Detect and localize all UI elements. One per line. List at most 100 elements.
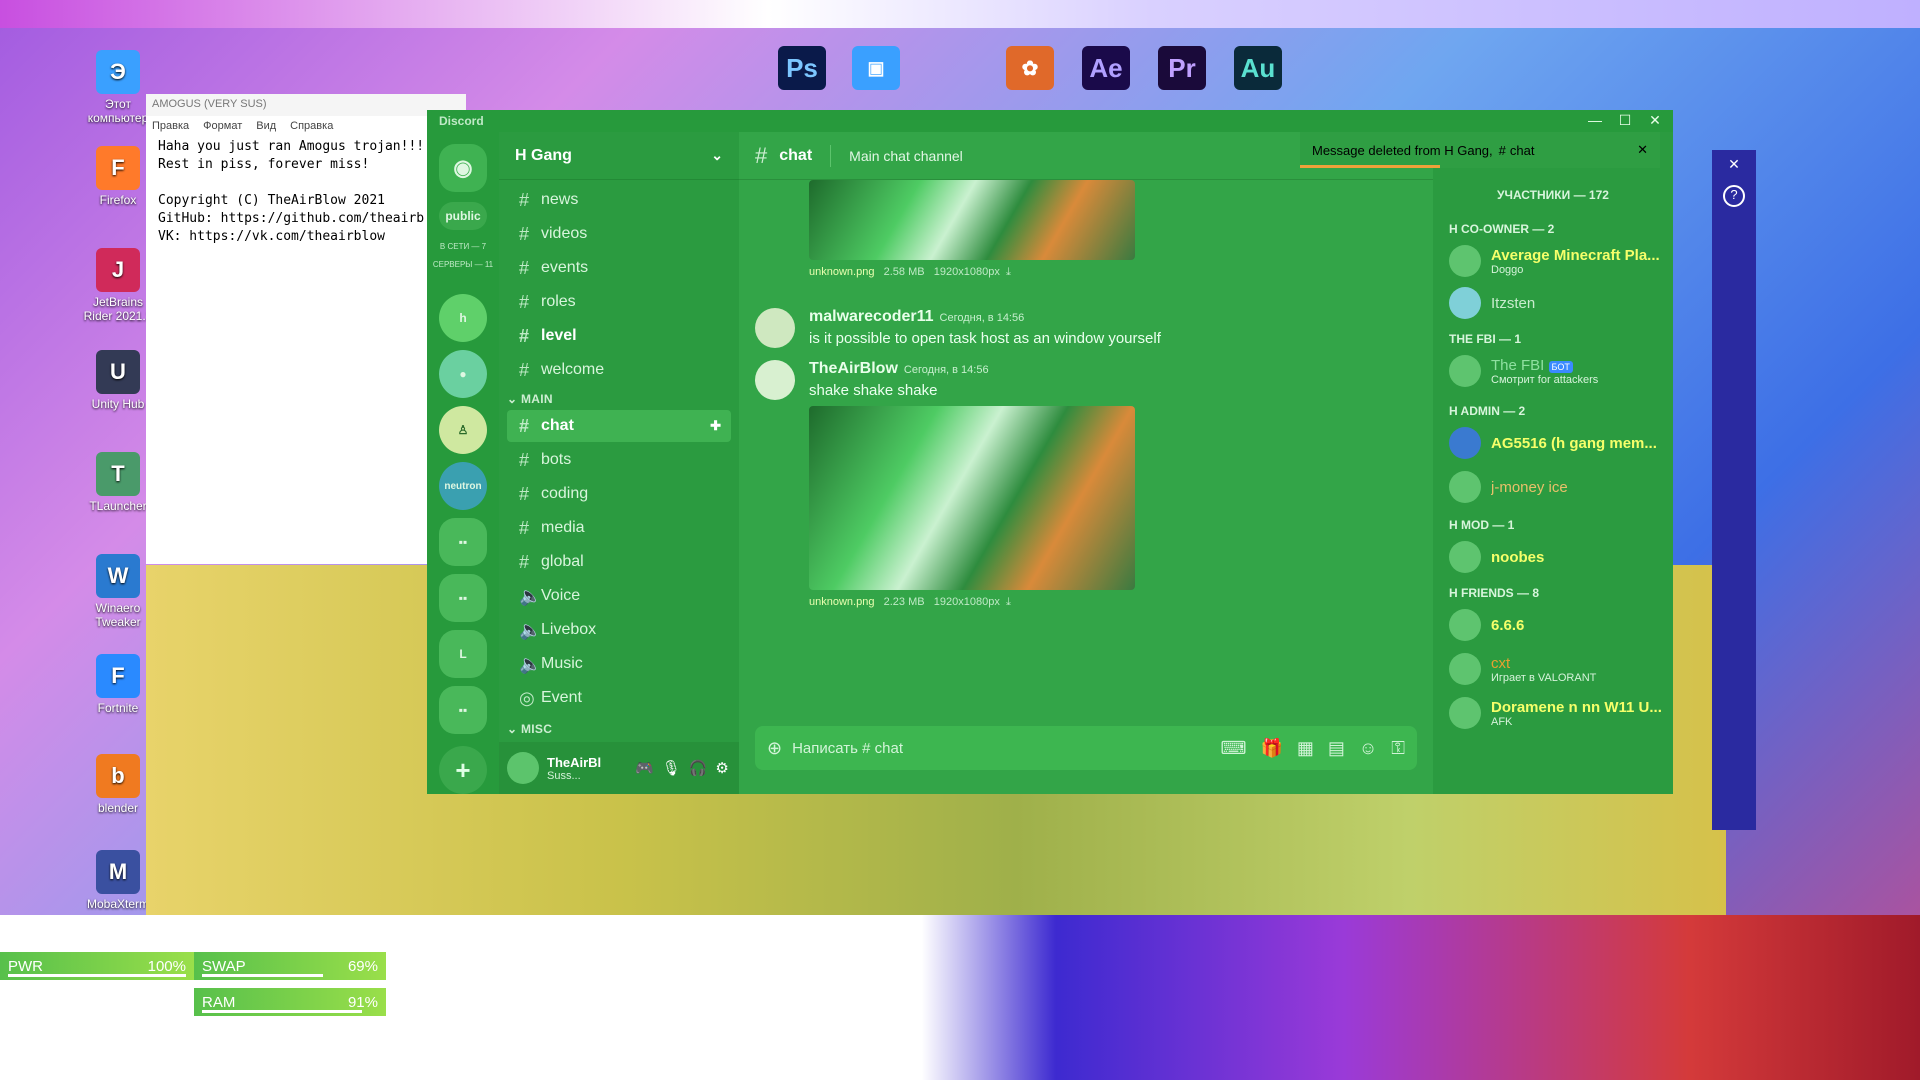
avatar[interactable] xyxy=(755,308,795,348)
channel-welcome[interactable]: # welcome xyxy=(507,354,731,386)
desktop-shortcut[interactable]: M MobaXterm xyxy=(80,850,156,911)
member-item[interactable]: AG5516 (h gang mem... xyxy=(1449,422,1665,464)
server-folder-icon[interactable]: ▪▪ xyxy=(439,686,487,734)
sticker-icon[interactable]: ▤ xyxy=(1328,738,1345,759)
channel-chat[interactable]: # chat ✚ xyxy=(507,410,731,442)
desktop-shortcut[interactable]: W Winaero Tweaker xyxy=(80,554,156,629)
desktop-shortcut[interactable]: b blender xyxy=(80,754,156,815)
member-item[interactable]: cxt Играет в VALORANT xyxy=(1449,648,1665,690)
gift-icon[interactable]: 🎁 xyxy=(1260,738,1282,759)
member-item[interactable]: j-money ice xyxy=(1449,466,1665,508)
channel-videos[interactable]: # videos xyxy=(507,218,731,250)
desktop-shortcut[interactable]: F Fortnite xyxy=(80,654,156,715)
toast-progress xyxy=(1300,165,1440,168)
channel-media[interactable]: # media xyxy=(507,512,731,544)
category-main[interactable]: ⌄ MAIN xyxy=(507,392,553,406)
image-attachment[interactable] xyxy=(809,180,1135,260)
desktop-shortcut[interactable]: U Unity Hub xyxy=(80,350,156,411)
remote-desktop-icon[interactable]: ▣ xyxy=(852,46,900,90)
avatar[interactable] xyxy=(507,752,539,784)
channel-level[interactable]: # level xyxy=(507,320,731,352)
notepad-text[interactable]: Haha you just ran Amogus trojan!!! Rest … xyxy=(146,136,466,248)
channel-news[interactable]: # news xyxy=(507,184,731,216)
fl-studio-icon[interactable]: ✿ xyxy=(1006,46,1054,90)
public-badge[interactable]: public xyxy=(439,202,487,230)
headphones-icon[interactable]: 🎧 xyxy=(689,759,708,777)
guild-header[interactable]: H Gang ⌄ xyxy=(499,132,739,180)
guild-name: H Gang xyxy=(515,146,572,164)
member-item[interactable]: Itzsten xyxy=(1449,282,1665,324)
discord-home-icon[interactable]: ◉ xyxy=(439,144,487,192)
member-item[interactable]: The FBI БОТ Смотрит for attackers xyxy=(1449,350,1665,392)
member-item[interactable]: noobes xyxy=(1449,536,1665,578)
channel-roles[interactable]: # roles xyxy=(507,286,731,318)
voice-channel-music[interactable]: 🔈 Music xyxy=(507,648,731,680)
server-folder-icon[interactable]: L xyxy=(439,630,487,678)
channel-events[interactable]: # events xyxy=(507,252,731,284)
stage-channel-event[interactable]: ◎ Event xyxy=(507,682,731,714)
message-composer[interactable]: ⊕ Написать # chat ⌨ 🎁 ▦ ▤ ☺ ⚿ xyxy=(755,726,1417,770)
member-item[interactable]: Doramene n nn W11 U... AFK xyxy=(1449,692,1665,734)
server-folder-icon[interactable]: ▪▪ xyxy=(439,518,487,566)
close-icon[interactable]: ✕ xyxy=(1641,112,1669,129)
close-icon[interactable]: ✕ xyxy=(1637,142,1648,158)
channel-bots[interactable]: # bots xyxy=(507,444,731,476)
role-header: H FRIENDS — 8 xyxy=(1449,586,1540,600)
channel-coding[interactable]: # coding xyxy=(507,478,731,510)
keyboard-icon[interactable]: ⌨ xyxy=(1220,738,1246,759)
message-author[interactable]: malwarecoder11 Сегодня, в 14:56 xyxy=(809,308,1024,326)
member-item[interactable]: Average Minecraft Pla... Doggo xyxy=(1449,240,1665,282)
audition-icon[interactable]: Au xyxy=(1234,46,1282,90)
key-icon[interactable]: ⚿ xyxy=(1391,738,1405,759)
chat-area: # chat Main chat channel # ✕ unknown.png… xyxy=(739,132,1433,794)
menu-format[interactable]: Формат xyxy=(203,120,242,132)
maximize-icon[interactable]: ☐ xyxy=(1611,112,1639,129)
after-effects-icon[interactable]: Ae xyxy=(1082,46,1130,90)
hash-icon: # xyxy=(519,483,530,504)
server-icon[interactable]: h xyxy=(439,294,487,342)
download-icon[interactable]: ⤓ xyxy=(1006,596,1011,608)
notification-toast[interactable]: Message deleted from H Gang, # chat ✕ xyxy=(1300,132,1660,168)
server-neutron[interactable]: neutron xyxy=(439,462,487,510)
mute-icon[interactable]: 🎙 xyxy=(662,759,681,777)
emoji-icon[interactable]: ☺ xyxy=(1359,738,1377,759)
avatar[interactable] xyxy=(755,360,795,400)
photoshop-icon[interactable]: Ps xyxy=(778,46,826,90)
desktop-shortcut[interactable]: F Firefox xyxy=(80,146,156,207)
ram-gauge-fill xyxy=(202,1010,362,1013)
side-window: ✕ ? xyxy=(1712,150,1756,830)
premiere-icon[interactable]: Pr xyxy=(1158,46,1206,90)
menu-help[interactable]: Справка xyxy=(290,120,333,132)
add-server-icon[interactable]: + xyxy=(439,746,487,794)
desktop-shortcut[interactable]: Э Этот компьютер xyxy=(80,50,156,125)
server-icon[interactable]: ♙ xyxy=(439,406,487,454)
menu-edit[interactable]: Правка xyxy=(152,120,189,132)
hash-icon: # xyxy=(755,142,768,168)
server-folder-icon[interactable]: ▪▪ xyxy=(439,574,487,622)
chevron-down-icon[interactable]: ⌄ xyxy=(711,147,723,164)
desktop-shortcut[interactable]: T TLauncher xyxy=(80,452,156,513)
minimize-icon[interactable]: — xyxy=(1581,112,1609,128)
voice-channel-livebox[interactable]: 🔈 Livebox xyxy=(507,614,731,646)
download-icon[interactable]: ⤓ xyxy=(1006,266,1011,278)
message-author[interactable]: TheAirBlow Сегодня, в 14:56 xyxy=(809,360,989,378)
gear-icon[interactable]: ⚙ xyxy=(715,759,728,777)
help-icon[interactable]: ? xyxy=(1723,185,1745,207)
voice-channel-voice[interactable]: 🔈 Voice xyxy=(507,580,731,612)
upload-icon[interactable]: ⊕ xyxy=(767,738,782,759)
gif-icon[interactable]: ▦ xyxy=(1297,738,1314,759)
member-item[interactable]: 6.6.6 xyxy=(1449,604,1665,646)
channel-global[interactable]: # global xyxy=(507,546,731,578)
menu-view[interactable]: Вид xyxy=(256,120,276,132)
desktop-shortcut-label: Winaero Tweaker xyxy=(95,601,141,629)
server-icon[interactable]: ● xyxy=(439,350,487,398)
notepad-window[interactable]: AMOGUS (VERY SUS) Правка Формат Вид Спра… xyxy=(146,94,466,564)
add-member-icon[interactable]: ✚ xyxy=(710,418,721,434)
gamepad-icon[interactable]: 🎮 xyxy=(635,759,654,777)
image-attachment[interactable] xyxy=(809,406,1135,590)
toast-text: Message deleted from H Gang, xyxy=(1312,142,1493,158)
category-misc[interactable]: ⌄ MISC xyxy=(507,722,552,736)
close-icon[interactable]: ✕ xyxy=(1712,156,1756,173)
desktop-shortcut[interactable]: J JetBrains Rider 2021.1 xyxy=(80,248,156,323)
discord-window[interactable]: Discord — ☐ ✕ ◉ public В СЕТИ — 7 СЕРВЕР… xyxy=(427,110,1673,794)
